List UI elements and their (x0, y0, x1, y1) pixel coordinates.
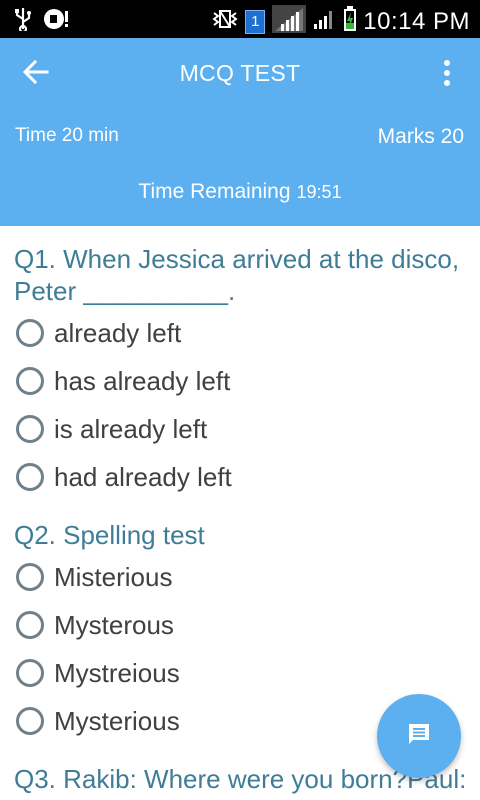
q1-option-1[interactable]: already left (16, 315, 181, 351)
q1-option-3[interactable]: is already left (16, 411, 207, 447)
time-limit-label: Time 20 min (15, 125, 119, 146)
vibrate-icon (211, 7, 239, 36)
sim-icon: 1 (245, 9, 266, 34)
q2-option-4[interactable]: Mysterious (16, 703, 180, 739)
option-label: is already left (54, 413, 208, 444)
overflow-menu-button[interactable] (436, 56, 458, 94)
q2-option-3[interactable]: Mystreious (16, 655, 180, 691)
app-bar: MCQ TEST Time 20 min Marks 20 Time Remai… (0, 38, 480, 226)
time-remaining: Time Remaining 19:51 (0, 180, 480, 204)
page-title: MCQ TEST (179, 60, 301, 86)
question-1-text: Q1. When Jessica arrived at the disco, P… (14, 244, 460, 306)
radio-button[interactable] (16, 463, 44, 491)
option-label: already left (54, 317, 182, 348)
status-bar-left (14, 7, 70, 36)
radio-button[interactable] (16, 611, 44, 639)
radio-button[interactable] (16, 707, 44, 735)
chat-icon (407, 722, 431, 751)
battery-charging-icon (343, 6, 357, 37)
chat-fab-button[interactable] (377, 694, 461, 778)
status-time: 10:14 PM (363, 7, 470, 35)
q2-option-1[interactable]: Misterious (16, 559, 172, 595)
countdown-value: 19:51 (296, 182, 342, 202)
option-label: Mysterious (54, 705, 180, 736)
radio-button[interactable] (16, 563, 44, 591)
q1-option-2[interactable]: has already left (16, 363, 230, 399)
option-label: has already left (54, 365, 231, 396)
usb-icon (14, 7, 32, 36)
status-bar-right: 1 10:14 PM (211, 4, 470, 39)
question-2-text: Q2. Spelling test (14, 520, 205, 550)
more-vert-icon (443, 59, 451, 92)
time-remaining-label: Time Remaining (138, 180, 291, 203)
status-bar: 1 10:14 PM (0, 0, 480, 38)
radio-button[interactable] (16, 415, 44, 443)
q2-option-2[interactable]: Mysterous (16, 607, 174, 643)
q1-option-4[interactable]: had already left (16, 459, 232, 495)
radio-button[interactable] (16, 659, 44, 687)
option-label: had already left (54, 461, 232, 492)
option-label: Misterious (54, 561, 173, 592)
marks-label: Marks 20 (377, 125, 464, 148)
option-label: Mystreious (54, 657, 180, 688)
notification-icon (42, 8, 70, 35)
radio-button[interactable] (16, 367, 44, 395)
signal-icon (313, 7, 337, 36)
option-label: Mysterous (54, 609, 174, 640)
radio-button[interactable] (16, 319, 44, 347)
signal-icon (271, 4, 307, 39)
